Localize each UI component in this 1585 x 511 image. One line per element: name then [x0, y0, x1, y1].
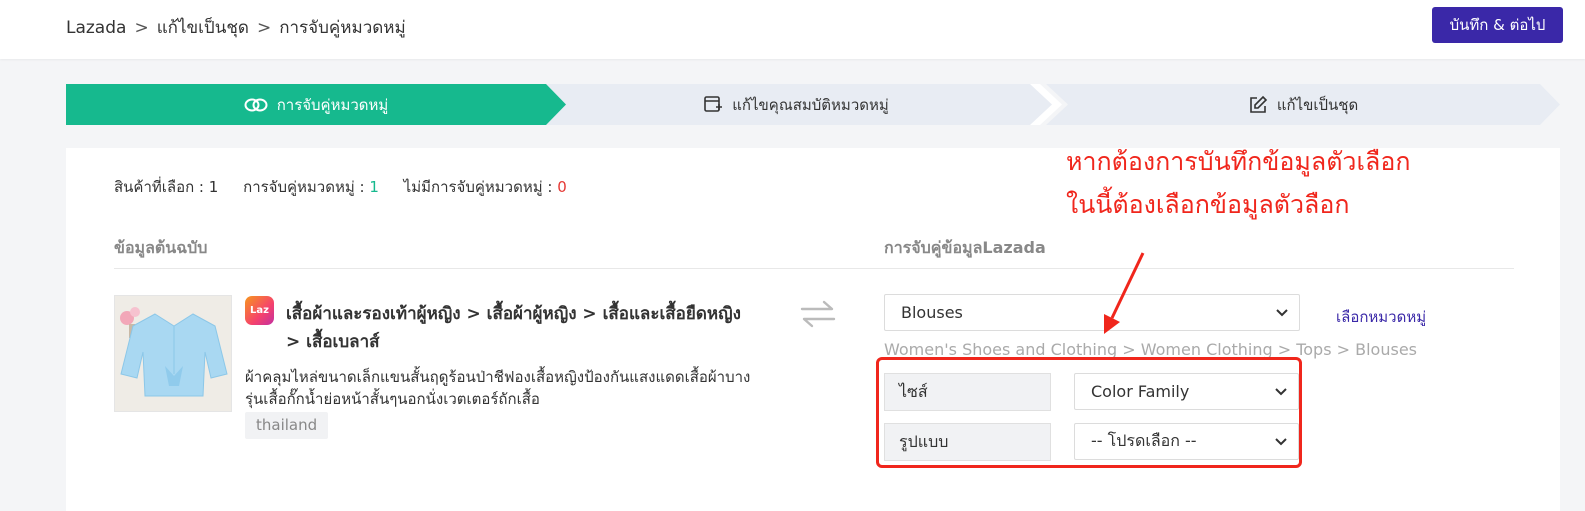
annotation-line-1: หากต้องการบันทึกข้อมูลตัวเลือก [1066, 147, 1411, 176]
attribute-label-style: รูปแบบ [884, 423, 1051, 461]
lazada-logo: Laz [245, 296, 274, 325]
step-label: การจับคู่หมวดหมู่ [276, 95, 389, 114]
attribute-select-value: -- โปรดเลือก -- [1091, 431, 1197, 450]
step-label: แก้ไขคุณสมบัติหมวดหมู่ [732, 95, 889, 114]
save-and-next-button[interactable]: บันทึก & ต่อไป [1432, 7, 1563, 43]
link-icon [244, 98, 268, 111]
lazada-category-select[interactable]: Blouses [884, 294, 1300, 331]
chevron-down-icon [1276, 309, 1288, 317]
stat-selected: สินค้าที่เลือก : 1 [114, 178, 219, 196]
attribute-select-style[interactable]: -- โปรดเลือก -- [1074, 423, 1299, 460]
selected-category: Blouses [901, 303, 963, 322]
source-data-header: ข้อมูลต้นฉบับ [114, 238, 208, 257]
chevron-down-icon [1275, 388, 1287, 396]
step-edit-attributes[interactable]: แก้ไขคุณสมบัติหมวดหมู่ [540, 84, 1052, 125]
chevron-down-icon [1275, 438, 1287, 446]
step-progress-bar: การจับคู่หมวดหมู่ แก้ไขคุณสมบัติหมวดหมู่… [66, 84, 1560, 125]
attribute-label-size: ไซส์ [884, 373, 1051, 411]
breadcrumb-item-batch-edit[interactable]: แก้ไขเป็นชุด [157, 18, 249, 38]
region-tag: thailand [245, 412, 329, 439]
source-category-path: เสื้อผ้าและรองเท้าผู้หญิง > เสื้อผ้าผู้ห… [286, 304, 741, 352]
breadcrumb-separator: > [256, 18, 272, 38]
product-thumbnail [114, 295, 232, 412]
step-batch-edit[interactable]: แก้ไขเป็นชุด [1046, 84, 1560, 125]
edit-icon [1250, 95, 1267, 113]
product-description: ผ้าคลุมไหล่ขนาดเล็กแขนสั้นฤดูร้อนป่าชีฟอ… [245, 368, 751, 408]
breadcrumb-separator: > [134, 18, 149, 38]
header-divider [114, 268, 1514, 269]
stat-matched: การจับคู่หมวดหมู่ : 1 [243, 178, 379, 196]
stats-bar: สินค้าที่เลือก : 1 การจับคู่หมวดหมู่ : 1… [114, 175, 587, 199]
choose-category-link[interactable]: เลือกหมวดหมู่ [1336, 305, 1426, 329]
blouse-image [115, 296, 231, 411]
attribute-select-size[interactable]: Color Family [1074, 373, 1299, 410]
add-box-icon [704, 95, 723, 112]
breadcrumb: Lazada > แก้ไขเป็นชุด > การจับคู่หมวดหมู่ [66, 14, 406, 41]
top-bar: Lazada > แก้ไขเป็นชุด > การจับคู่หมวดหมู่ บั… [0, 0, 1585, 59]
annotation-line-2: ในนี้ต้องเลือกข้อมูลตัวลือก [1066, 190, 1350, 219]
lazada-mapping-header: การจับคู่ข้อมูลLazada [884, 238, 1046, 257]
swap-arrows-icon [800, 300, 836, 328]
step-category-mapping[interactable]: การจับคู่หมวดหมู่ [66, 84, 566, 125]
breadcrumb-item-lazada[interactable]: Lazada [66, 18, 126, 38]
breadcrumb-item-category-mapping: การจับคู่หมวดหมู่ [279, 18, 406, 38]
annotation-text: หากต้องการบันทึกข้อมูลตัวเลือก ในนี้ต้อง… [1066, 140, 1410, 226]
attribute-select-value: Color Family [1091, 382, 1190, 401]
step-label: แก้ไขเป็นชุด [1276, 95, 1359, 114]
stat-unmatched: ไม่มีการจับคู่หมวดหมู่ : 0 [403, 178, 567, 196]
